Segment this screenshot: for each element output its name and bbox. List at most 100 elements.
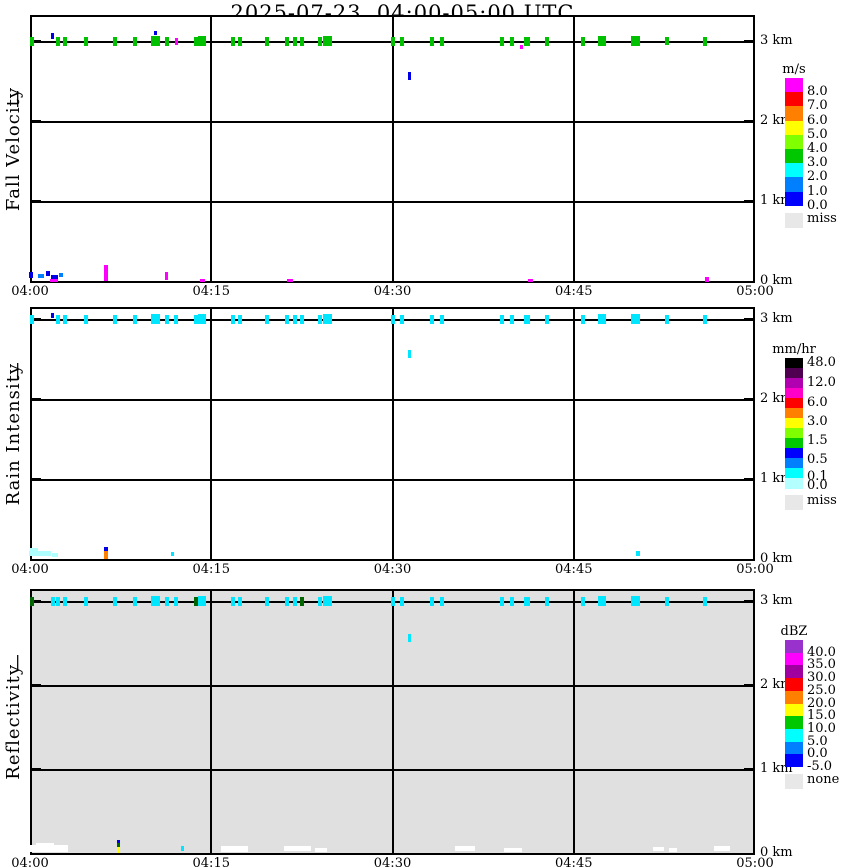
axis-tick-right — [744, 40, 753, 43]
axis-label-bar: | — [15, 652, 21, 671]
data-mark — [151, 36, 161, 46]
legend-value-label: 2.0 — [807, 169, 828, 185]
panel-rain-intensity — [28, 307, 755, 561]
data-mark — [704, 276, 709, 282]
gridline-v — [210, 309, 213, 559]
legend-missing-label: miss — [807, 493, 837, 508]
data-mark — [197, 314, 206, 324]
legend-color-block — [785, 134, 803, 150]
legend-color-block — [785, 728, 803, 743]
data-mark — [523, 596, 530, 606]
x-tick-label: 04:00 — [11, 856, 49, 868]
legend-value-label: 3.0 — [807, 414, 828, 429]
data-mark — [400, 36, 405, 46]
data-mark — [664, 314, 669, 324]
x-tick-label: 05:00 — [736, 562, 774, 577]
data-mark — [545, 314, 550, 324]
x-tick-label: 04:30 — [373, 562, 412, 577]
data-mark — [315, 847, 328, 852]
data-mark — [285, 314, 290, 324]
axis-tick-right — [744, 768, 753, 771]
data-mark — [630, 36, 640, 46]
data-mark — [264, 596, 269, 606]
data-mark — [164, 314, 169, 324]
legend-color-block — [785, 120, 803, 136]
legend-color-block — [785, 428, 803, 439]
data-mark — [286, 278, 293, 282]
data-mark — [285, 596, 290, 606]
data-mark — [151, 596, 161, 606]
data-mark — [83, 36, 88, 46]
data-mark — [200, 278, 206, 282]
data-mark — [133, 36, 138, 46]
data-mark — [510, 596, 515, 606]
data-mark — [63, 596, 68, 606]
data-mark — [154, 31, 158, 35]
data-mark — [400, 596, 405, 606]
profiler-screenshot: 2025-07-23 04:00-05:00 UTC Fall Velocity… — [0, 0, 850, 868]
x-tick-label: 04:45 — [555, 856, 593, 868]
gridline-v — [391, 591, 394, 853]
legend-color-block — [785, 754, 803, 768]
data-mark — [440, 314, 445, 324]
gridline-v — [572, 591, 575, 853]
data-mark — [510, 314, 515, 324]
legend-missing-label: none — [807, 772, 840, 787]
data-mark — [318, 314, 322, 324]
data-mark — [430, 596, 435, 606]
y-tick-label: 3 km — [760, 33, 793, 48]
data-mark — [174, 596, 179, 606]
data-mark — [264, 36, 269, 46]
data-mark — [231, 314, 235, 324]
data-mark — [500, 596, 505, 606]
data-mark — [455, 846, 475, 852]
data-mark — [390, 596, 395, 606]
data-mark — [545, 36, 550, 46]
data-mark — [83, 596, 88, 606]
axis-tick-right — [744, 600, 753, 603]
legend-color-block — [785, 388, 803, 399]
data-mark — [197, 596, 206, 606]
legend-value-label: 6.0 — [807, 395, 828, 410]
gridline-v — [391, 309, 394, 559]
legend-value-label: 7.0 — [807, 98, 828, 114]
data-mark — [597, 596, 606, 606]
data-mark — [440, 596, 445, 606]
data-mark — [322, 596, 332, 606]
x-tick-label: 04:15 — [192, 856, 230, 868]
legend-value-label: 1.0 — [807, 183, 828, 199]
data-mark — [597, 314, 606, 324]
legend-color-block — [785, 378, 803, 389]
data-mark — [703, 314, 708, 324]
data-mark — [133, 596, 138, 606]
legend-color-block — [785, 398, 803, 409]
legend-color-block — [785, 78, 803, 93]
data-mark — [630, 314, 640, 324]
data-mark — [51, 312, 55, 318]
data-mark — [50, 596, 55, 606]
legend-color-block — [785, 652, 803, 666]
data-mark — [504, 847, 523, 852]
data-mark — [112, 596, 117, 606]
axis-label-bar: | — [15, 360, 21, 379]
legend-color-block — [785, 665, 803, 679]
data-mark — [180, 846, 184, 852]
y-axis-title-rain-intensity: Rain Intensity — [0, 307, 26, 561]
data-mark — [597, 36, 606, 46]
legend-value-label: 3.0 — [807, 155, 828, 171]
data-mark — [37, 274, 44, 279]
panel-fall-velocity — [28, 15, 755, 283]
data-mark — [238, 314, 243, 324]
x-tick-label: 05:00 — [736, 284, 774, 299]
data-mark — [55, 314, 60, 324]
legend-color-block — [785, 149, 803, 164]
data-mark — [264, 314, 269, 324]
legend-missing-block — [785, 212, 803, 228]
data-mark — [174, 314, 179, 324]
gridline-v — [210, 591, 213, 853]
legend-color-block — [785, 408, 803, 419]
legend-missing-block — [785, 774, 803, 789]
data-mark — [664, 596, 669, 606]
legend-color-block — [785, 468, 803, 479]
data-mark — [581, 36, 586, 46]
